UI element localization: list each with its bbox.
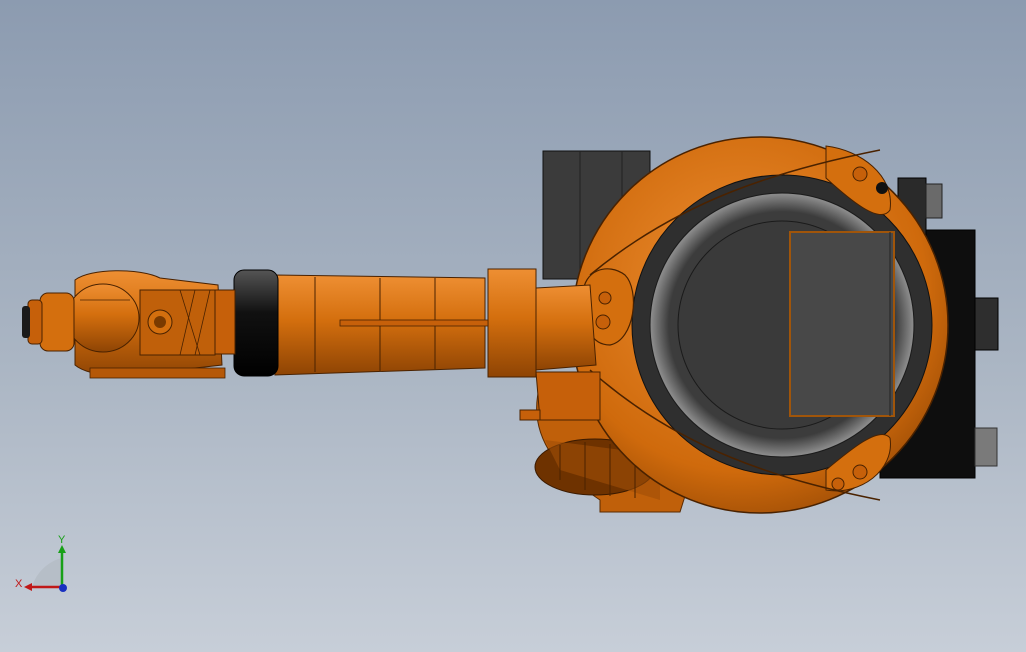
tool-flange[interactable] [22, 292, 75, 352]
y-axis-label: Y [58, 534, 66, 546]
motor-cover-plate[interactable] [789, 231, 895, 417]
y-axis-arrowhead [58, 545, 66, 553]
orientation-triad[interactable]: X Y [12, 530, 82, 600]
robot-arm-model[interactable] [0, 0, 1026, 652]
forearm-tube[interactable] [274, 274, 489, 376]
forearm-seal-ring [233, 269, 279, 377]
x-axis-label: X [15, 578, 23, 590]
wrist-ball[interactable] [66, 283, 140, 353]
x-axis-arrowhead [24, 583, 32, 591]
z-axis-dot [59, 584, 67, 592]
graphics-viewport[interactable]: X Y [0, 0, 1026, 652]
